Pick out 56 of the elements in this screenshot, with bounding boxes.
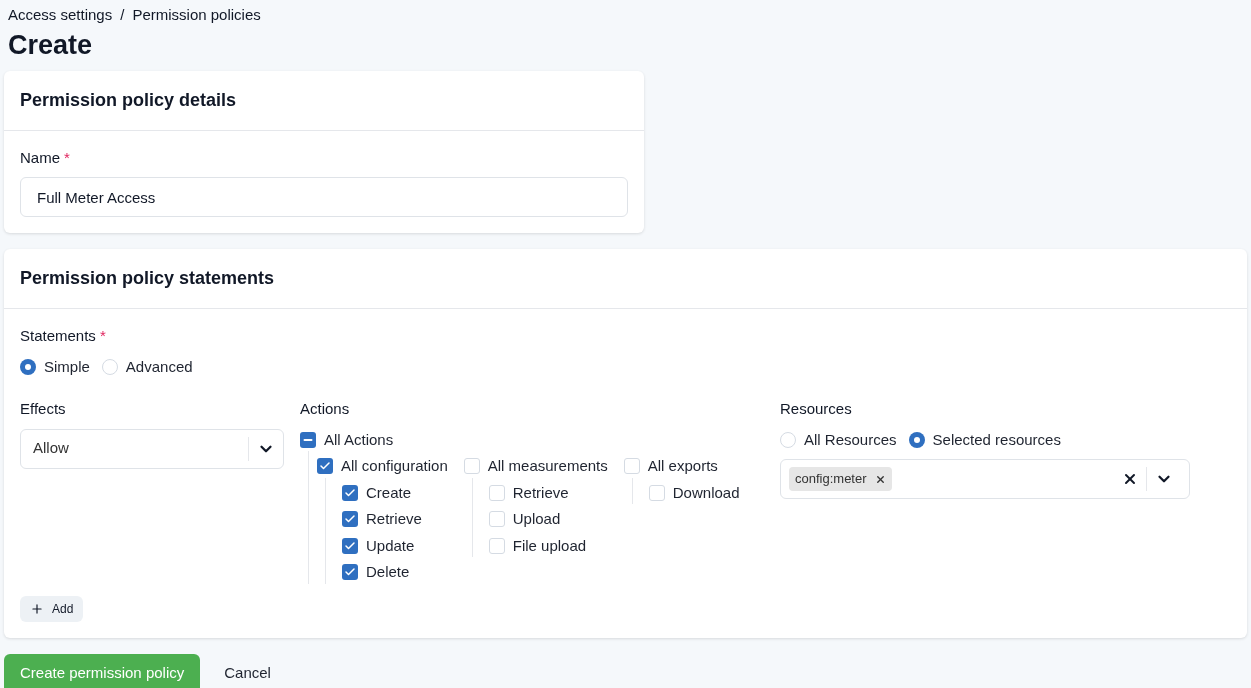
- radio-button[interactable]: [101, 358, 118, 375]
- field-label: Statements: [20, 326, 96, 346]
- checkbox[interactable]: [342, 484, 358, 501]
- radio-option[interactable]: Simple: [20, 355, 90, 378]
- checkbox-option[interactable]: Upload: [488, 508, 608, 531]
- checkbox[interactable]: [300, 431, 316, 448]
- breadcrumb-link[interactable]: Access settings: [8, 4, 113, 27]
- plus-icon: [30, 601, 44, 616]
- cancel-button[interactable]: Cancel: [224, 662, 271, 685]
- checkbox-option[interactable]: Update: [342, 534, 448, 557]
- checkbox-option[interactable]: All configuration: [317, 455, 448, 478]
- checkbox-option[interactable]: All Actions: [300, 428, 780, 451]
- name-input-field[interactable]: Full Meter Access: [20, 177, 628, 217]
- field-label: Effects: [20, 399, 67, 419]
- checkbox[interactable]: [463, 458, 480, 475]
- checkbox[interactable]: [317, 458, 333, 475]
- resources-select[interactable]: config:meter: [780, 459, 1190, 499]
- checkbox[interactable]: [342, 511, 358, 528]
- checkbox[interactable]: [488, 511, 505, 528]
- required-mark: *: [99, 326, 106, 346]
- effects-select[interactable]: Allow: [20, 428, 284, 469]
- radio-option[interactable]: Advanced: [101, 355, 193, 378]
- checkbox[interactable]: [648, 484, 665, 501]
- radio-button[interactable]: [20, 358, 36, 375]
- field-label: Name: [20, 147, 60, 168]
- checkbox-option[interactable]: Create: [342, 481, 448, 504]
- check-icon: [344, 486, 356, 499]
- radio-option[interactable]: Selected resources: [908, 428, 1061, 451]
- checkbox-option[interactable]: All measurements: [463, 455, 608, 478]
- radio-button[interactable]: [780, 431, 796, 448]
- checkbox[interactable]: [488, 537, 505, 554]
- remove-icon[interactable]: [874, 473, 886, 485]
- breadcrumb-separator: /: [120, 5, 125, 25]
- checkbox[interactable]: [488, 484, 505, 501]
- checkbox[interactable]: [623, 458, 640, 475]
- checkbox-option[interactable]: Retrieve: [488, 481, 608, 504]
- resource-chip: config:meter: [789, 467, 892, 491]
- checkbox-option[interactable]: File upload: [488, 534, 608, 557]
- card-title: Permission policy details: [4, 70, 644, 131]
- field-label: Resources: [780, 399, 853, 419]
- checkbox-option[interactable]: All exports: [623, 455, 740, 478]
- radio-button[interactable]: [908, 431, 925, 448]
- page-title: Create: [7, 28, 94, 62]
- required-mark: *: [64, 147, 70, 168]
- checkbox-option[interactable]: Delete: [342, 561, 448, 584]
- checkbox[interactable]: [342, 564, 358, 581]
- check-icon: [344, 539, 356, 552]
- checkbox-option[interactable]: Retrieve: [342, 508, 448, 531]
- breadcrumb-link[interactable]: Permission policies: [132, 4, 261, 27]
- radio-option[interactable]: All Resources: [780, 428, 897, 451]
- add-button[interactable]: Add: [20, 595, 84, 622]
- card-title: Permission policy statements: [4, 249, 1247, 309]
- clear-icon[interactable]: [1122, 471, 1138, 487]
- checkbox[interactable]: [342, 537, 358, 554]
- checkbox-option[interactable]: Download: [648, 481, 740, 504]
- field-label: Actions: [300, 399, 351, 419]
